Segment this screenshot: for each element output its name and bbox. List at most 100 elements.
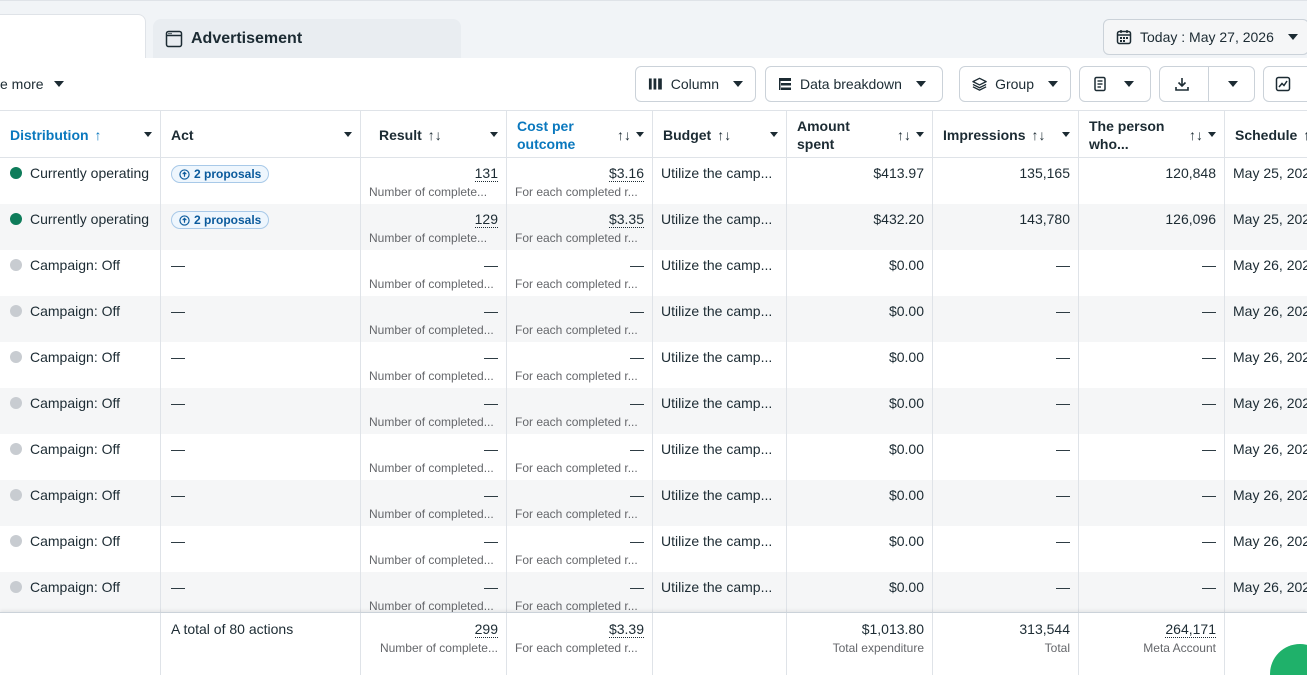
result-value[interactable]: 131 bbox=[474, 165, 498, 182]
totals-reach-value[interactable]: 264,171 bbox=[1165, 621, 1216, 638]
reports-button[interactable] bbox=[1079, 66, 1151, 102]
sort-ascending-icon[interactable]: ↑ bbox=[95, 127, 102, 143]
proposals-badge[interactable]: 2 proposals bbox=[171, 211, 270, 229]
chart-button[interactable] bbox=[1263, 66, 1307, 102]
totals-act-cell: A total of 80 actions bbox=[161, 613, 361, 675]
cost-sublabel: For each completed r... bbox=[515, 323, 638, 337]
proposals-label: 2 proposals bbox=[194, 167, 262, 181]
result-cell: — Number of completed... bbox=[361, 250, 507, 296]
budget-value: Utilize the camp... bbox=[661, 349, 773, 365]
cost-sublabel: For each completed r... bbox=[515, 415, 638, 429]
chevron-down-icon[interactable] bbox=[1208, 132, 1216, 137]
reach-cell: — bbox=[1079, 296, 1225, 342]
ad-window-icon bbox=[165, 30, 183, 48]
status-dot-icon bbox=[10, 535, 22, 547]
totals-cost-value[interactable]: $3.39 bbox=[608, 621, 644, 638]
chevron-down-icon[interactable] bbox=[1062, 132, 1070, 137]
act-value: — bbox=[171, 487, 185, 503]
column-header-reach[interactable]: The person who... ↑↓ bbox=[1079, 111, 1225, 158]
chevron-down-icon[interactable] bbox=[144, 132, 152, 137]
impressions-value: — bbox=[1056, 579, 1070, 595]
table-row[interactable]: Campaign: Off — — Number of completed... — Fo… bbox=[0, 434, 1307, 480]
column-header-act[interactable]: Act bbox=[161, 111, 361, 158]
chevron-down-icon[interactable] bbox=[344, 132, 352, 137]
column-header-distribution[interactable]: Distribution ↑ bbox=[0, 111, 161, 158]
spent-value: $0.00 bbox=[888, 349, 924, 365]
result-sublabel: Number of complete... bbox=[369, 231, 488, 245]
tab-advertisement[interactable]: Advertisement bbox=[153, 19, 461, 59]
chevron-down-icon[interactable] bbox=[770, 132, 778, 137]
sort-icon[interactable]: ↑↓ bbox=[617, 127, 631, 143]
table-row[interactable]: Currently operating 2 proposals 129 Number … bbox=[0, 204, 1307, 250]
sort-icon[interactable]: ↑↓ bbox=[1189, 127, 1203, 143]
table-row[interactable]: Campaign: Off — — Number of completed... — Fo… bbox=[0, 572, 1307, 612]
totals-result-value[interactable]: 299 bbox=[474, 621, 498, 638]
budget-value: Utilize the camp... bbox=[661, 579, 773, 595]
group-button[interactable]: Group bbox=[959, 66, 1071, 102]
result-sublabel: Number of completed... bbox=[369, 277, 494, 291]
chart-icon bbox=[1275, 76, 1291, 92]
result-sublabel: Number of complete... bbox=[369, 185, 488, 199]
result-value: — bbox=[484, 303, 498, 319]
export-button[interactable] bbox=[1160, 76, 1203, 92]
cost-cell: — For each completed r... bbox=[507, 526, 653, 572]
status-label: Campaign: Off bbox=[30, 579, 121, 595]
result-cell: — Number of completed... bbox=[361, 480, 507, 526]
table-row[interactable]: Campaign: Off — — Number of completed... — Fo… bbox=[0, 250, 1307, 296]
table-row[interactable]: Campaign: Off — — Number of completed... — Fo… bbox=[0, 388, 1307, 434]
column-header-impressions[interactable]: Impressions ↑↓ bbox=[933, 111, 1079, 158]
cost-value[interactable]: $3.35 bbox=[608, 211, 644, 228]
sort-icon[interactable]: ↑↓ bbox=[717, 127, 731, 143]
budget-cell: Utilize the camp... bbox=[653, 434, 787, 480]
cost-value: — bbox=[630, 395, 644, 411]
sort-icon[interactable]: ↑↓ bbox=[428, 127, 442, 143]
result-cell: 129 Number of complete... bbox=[361, 204, 507, 250]
column-header-amount-spent[interactable]: Amount spent ↑↓ bbox=[787, 111, 933, 158]
cost-sublabel: For each completed r... bbox=[515, 369, 638, 383]
act-value: — bbox=[171, 579, 185, 595]
chevron-down-icon[interactable] bbox=[916, 132, 924, 137]
column-header-budget[interactable]: Budget ↑↓ bbox=[653, 111, 787, 158]
tab-active[interactable] bbox=[0, 14, 146, 60]
cost-value: — bbox=[630, 303, 644, 319]
impressions-cell: — bbox=[933, 250, 1079, 296]
totals-result-sub: Number of complete... bbox=[379, 641, 498, 655]
table-row[interactable]: Currently operating 2 proposals 131 Number … bbox=[0, 158, 1307, 204]
chevron-down-icon[interactable] bbox=[636, 132, 644, 137]
column-header-schedule[interactable]: Schedule ↑ bbox=[1225, 111, 1307, 158]
result-value[interactable]: 129 bbox=[474, 211, 498, 228]
act-cell: — bbox=[161, 388, 361, 434]
table-row[interactable]: Campaign: Off — — Number of completed... — Fo… bbox=[0, 296, 1307, 342]
column-header-result[interactable]: Result ↑↓ bbox=[361, 111, 507, 158]
table-row[interactable]: Campaign: Off — — Number of completed... — Fo… bbox=[0, 480, 1307, 526]
act-value: — bbox=[171, 441, 185, 457]
column-header-cost-per-outcome[interactable]: Cost per outcome ↑↓ bbox=[507, 111, 653, 158]
column-button[interactable]: Column bbox=[635, 66, 756, 102]
chevron-down-icon[interactable] bbox=[490, 132, 498, 137]
impressions-value: — bbox=[1056, 303, 1070, 319]
see-more-button[interactable]: e more bbox=[0, 76, 64, 92]
proposals-badge[interactable]: 2 proposals bbox=[171, 165, 270, 183]
budget-value: Utilize the camp... bbox=[661, 441, 773, 457]
column-header-label: Impressions bbox=[943, 126, 1026, 143]
schedule-cell: May 25, 2026 bbox=[1225, 204, 1307, 250]
result-cell: — Number of completed... bbox=[361, 434, 507, 480]
table-row[interactable]: Campaign: Off — — Number of completed... — Fo… bbox=[0, 342, 1307, 388]
table-row[interactable]: Campaign: Off — — Number of completed... — Fo… bbox=[0, 526, 1307, 572]
budget-cell: Utilize the camp... bbox=[653, 388, 787, 434]
cost-value[interactable]: $3.16 bbox=[608, 165, 644, 182]
result-sublabel: Number of completed... bbox=[369, 553, 494, 567]
date-range-picker[interactable]: Today : May 27, 2026 bbox=[1103, 19, 1307, 55]
cost-sublabel: For each completed r... bbox=[515, 185, 638, 199]
chevron-down-icon bbox=[733, 81, 743, 87]
export-options-button[interactable] bbox=[1211, 81, 1254, 87]
status-dot-icon bbox=[10, 213, 22, 225]
data-breakdown-button[interactable]: Data breakdown bbox=[765, 66, 943, 102]
sort-icon[interactable]: ↑↓ bbox=[897, 127, 911, 143]
schedule-value: May 26, 2026 bbox=[1233, 533, 1307, 549]
sort-icon[interactable]: ↑↓ bbox=[1031, 127, 1045, 143]
sort-ascending-icon[interactable]: ↑ bbox=[1303, 127, 1307, 143]
result-cell: 131 Number of complete... bbox=[361, 158, 507, 204]
status-cell: Campaign: Off bbox=[0, 342, 161, 388]
cost-value: — bbox=[630, 579, 644, 595]
